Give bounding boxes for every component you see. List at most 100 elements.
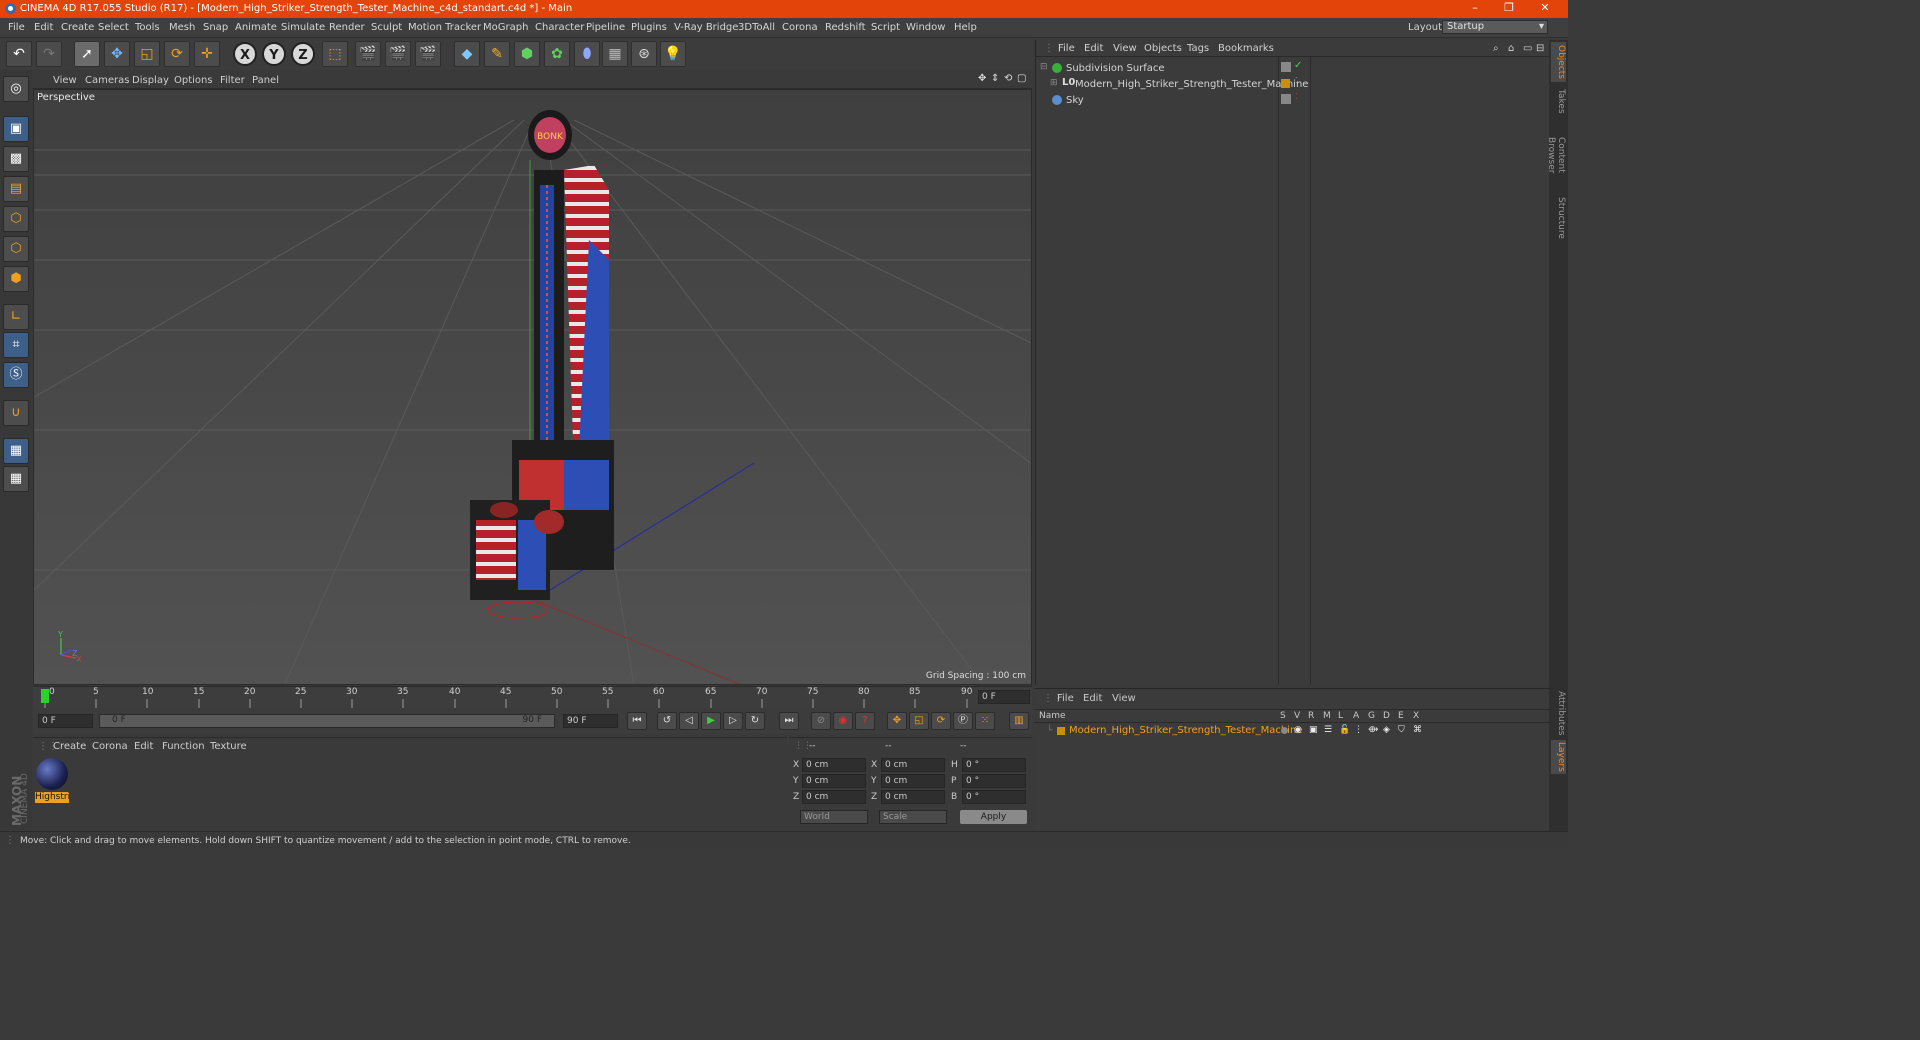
coordinate-system-button[interactable]: ⬚ (322, 41, 348, 67)
menu-window[interactable]: Window (906, 22, 945, 33)
tab-takes[interactable]: Takes (1551, 86, 1566, 116)
key-point-level-button[interactable]: ⁙ (975, 712, 995, 730)
menu-edit[interactable]: Edit (34, 22, 53, 33)
render-picture-viewer-button[interactable]: 🎬 (385, 41, 411, 67)
manager-icon[interactable]: ☰ (1324, 725, 1332, 735)
render-settings-button[interactable]: 🎬 (415, 41, 441, 67)
playhead[interactable] (41, 689, 49, 703)
viewport-menu-filter[interactable]: Filter (220, 75, 245, 86)
next-key-button[interactable]: ↻ (745, 712, 765, 730)
generator-icon[interactable]: ⟴ (1368, 725, 1378, 735)
scale-tool-button[interactable]: ◱ (134, 41, 160, 67)
viewport-menu-panel[interactable]: Panel (252, 75, 279, 86)
polygons-mode-button[interactable]: ⬢ (3, 266, 29, 292)
lock-icon[interactable]: 🔓 (1339, 725, 1350, 735)
enabled-check-icon[interactable]: ✓ (1294, 60, 1302, 71)
menu-vray-bridge[interactable]: V-Ray Bridge (674, 22, 738, 33)
objects-menu-view[interactable]: View (1113, 43, 1137, 54)
points-mode-button[interactable]: ⬡ (3, 206, 29, 232)
minimize-button[interactable]: – (1460, 1, 1490, 14)
menu-mesh[interactable]: Mesh (169, 22, 195, 33)
current-frame-field[interactable]: 0 F (978, 690, 1030, 704)
layer-name[interactable]: Modern_High_Striker_Strength_Tester_Mach… (1069, 725, 1302, 736)
tab-structure[interactable]: Structure (1551, 196, 1566, 240)
add-camera-button[interactable]: ⊛ (631, 41, 657, 67)
menu-render[interactable]: Render (329, 22, 365, 33)
layers-menu-view[interactable]: View (1112, 693, 1136, 704)
render-icon[interactable]: ▣ (1309, 725, 1318, 735)
size-mode-select[interactable]: Scale (879, 810, 947, 824)
viewport-menu-view[interactable]: View (53, 75, 77, 86)
frame-range-slider[interactable]: 0 F 90 F (99, 714, 555, 728)
start-frame-field[interactable]: 0 F (38, 714, 93, 728)
new-window-icon[interactable]: ▭ (1523, 43, 1532, 54)
menu-file[interactable]: File (8, 22, 25, 33)
animation-icon[interactable]: ⋮ (1354, 725, 1363, 735)
rotation-b-field[interactable]: 0 ° (962, 790, 1026, 804)
add-cube-button[interactable]: ◆ (454, 41, 480, 67)
expression-icon[interactable]: ⛉ (1398, 725, 1405, 735)
go-to-end-button[interactable]: ⏭ (779, 712, 799, 730)
previous-key-button[interactable]: ↺ (657, 712, 677, 730)
menu-create[interactable]: Create (61, 22, 94, 33)
menu-3dtoall[interactable]: 3DToAll (738, 22, 775, 33)
position-z-field[interactable]: 0 cm (802, 790, 866, 804)
tweak-mode-button[interactable]: ⌗ (3, 332, 29, 358)
home-icon[interactable]: ⌂ (1508, 43, 1514, 54)
material-menu-corona[interactable]: Corona (92, 741, 128, 752)
layer-row[interactable]: └ Modern_High_Striker_Strength_Tester_Ma… (1035, 724, 1549, 738)
objects-menu-objects[interactable]: Objects (1144, 43, 1182, 54)
objects-menu-file[interactable]: File (1058, 43, 1075, 54)
coordinate-space-select[interactable]: World (800, 810, 868, 824)
objects-menu-edit[interactable]: Edit (1084, 43, 1103, 54)
auto-keying-button[interactable]: ◉ (833, 712, 853, 730)
expand-toggle-icon[interactable]: ⊞ (1050, 78, 1058, 88)
add-light-button[interactable]: 💡 (660, 41, 686, 67)
layout-select[interactable]: Startup ▾ (1442, 20, 1548, 34)
position-y-field[interactable]: 0 cm (802, 774, 866, 788)
add-subdivision-button[interactable]: ⬢ (514, 41, 540, 67)
material-menu-edit[interactable]: Edit (134, 741, 153, 752)
menu-help[interactable]: Help (954, 22, 977, 33)
position-x-field[interactable]: 0 cm (802, 758, 866, 772)
keyframe-selection-button[interactable]: ? (855, 712, 875, 730)
transform-tool-button[interactable]: ✛ (194, 41, 220, 67)
menu-mograph[interactable]: MoGraph (483, 22, 528, 33)
menu-select[interactable]: Select (98, 22, 129, 33)
workplane-lock-button[interactable]: ▦ (3, 438, 29, 464)
z-axis-lock-button[interactable]: Z (291, 42, 315, 66)
size-z-field[interactable]: 0 cm (881, 790, 945, 804)
add-deformer-button[interactable]: ⬮ (574, 41, 600, 67)
menu-redshift[interactable]: Redshift (825, 22, 866, 33)
x-axis-lock-button[interactable]: X (233, 42, 257, 66)
model-mode-button[interactable]: ▣ (3, 116, 29, 142)
rotation-p-field[interactable]: 0 ° (962, 774, 1026, 788)
viewport-menu-options[interactable]: Options (174, 75, 213, 86)
visibility-dots-icon[interactable]: ⁚ (1295, 92, 1298, 101)
menu-simulate[interactable]: Simulate (281, 22, 325, 33)
tab-attributes[interactable]: Attributes (1551, 690, 1566, 736)
viewport-menu-cameras[interactable]: Cameras (85, 75, 129, 86)
rotation-h-field[interactable]: 0 ° (962, 758, 1026, 772)
tab-layers[interactable]: Layers (1551, 740, 1566, 774)
record-keys-button[interactable]: ⊘ (811, 712, 831, 730)
object-row-high-striker[interactable]: ⊞ L0 Modern_High_Striker_Strength_Tester… (1036, 76, 1550, 92)
object-row-subdivision-surface[interactable]: ⊟ Subdivision Surface ✓ (1036, 60, 1550, 76)
material-slot[interactable]: Highstri (35, 758, 69, 804)
layer-color-swatch[interactable] (1281, 79, 1290, 88)
next-frame-button[interactable]: ▷ (723, 712, 743, 730)
texture-mode-button[interactable]: ▩ (3, 146, 29, 172)
add-spline-button[interactable]: ✎ (484, 41, 510, 67)
deformer-icon[interactable]: ◈ (1383, 725, 1390, 735)
timeline-ruler[interactable]: 0 5 10 15 20 25 30 35 40 45 50 55 60 65 … (33, 686, 1032, 708)
menu-animate[interactable]: Animate (235, 22, 277, 33)
material-menu-create[interactable]: Create (53, 741, 86, 752)
workplane-mode-button[interactable]: ▤ (3, 176, 29, 202)
key-parameter-button[interactable]: Ⓟ (953, 712, 973, 730)
material-menu-function[interactable]: Function (162, 741, 205, 752)
live-selection-button[interactable]: ➚ (74, 41, 100, 67)
object-row-sky[interactable]: Sky ⁚ (1036, 92, 1550, 108)
redo-button[interactable]: ↷ (36, 41, 62, 67)
undo-button[interactable]: ↶ (6, 41, 32, 67)
viewport-zoom-icon[interactable]: ⇕ (991, 73, 999, 84)
